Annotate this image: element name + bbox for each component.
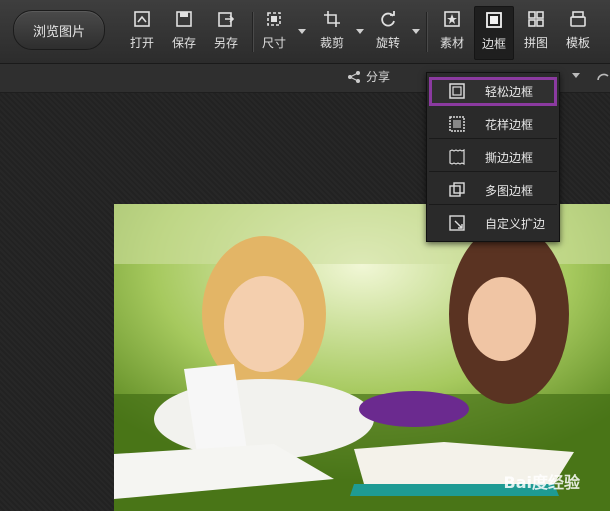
frame-dropdown-menu: 轻松边框 花样边框 撕边边框 多图边框 自定义扩边 <box>426 72 560 242</box>
photo-image <box>114 204 610 511</box>
redo-icon[interactable] <box>596 70 610 84</box>
material-label: 素材 <box>439 36 464 50</box>
open-button[interactable]: 打开 <box>124 6 160 58</box>
material-icon <box>444 11 460 27</box>
menu-item-label: 花样边框 <box>485 117 534 132</box>
menu-item-torn-edge-frame[interactable]: 撕边边框 <box>429 143 557 172</box>
crop-dropdown-arrow[interactable] <box>356 29 364 34</box>
custom-expand-icon <box>449 215 465 231</box>
collage-icon <box>528 11 544 27</box>
collage-label: 拼图 <box>523 36 548 50</box>
resize-label: 尺寸 <box>261 36 286 50</box>
template-icon <box>570 11 586 27</box>
torn-edge-frame-icon <box>449 149 465 165</box>
resize-button[interactable]: 尺寸 <box>256 6 292 58</box>
share-button[interactable]: 分享 <box>347 68 390 85</box>
open-icon <box>134 11 150 27</box>
material-button[interactable]: 素材 <box>434 6 470 58</box>
save-as-label: 另存 <box>213 36 238 50</box>
pattern-frame-icon <box>449 116 465 132</box>
share-label: 分享 <box>366 70 391 84</box>
edited-photo[interactable]: Bai度经验 <box>114 204 610 511</box>
resize-dropdown-arrow[interactable] <box>298 29 306 34</box>
save-as-button[interactable]: 另存 <box>208 6 244 58</box>
frame-icon <box>486 12 502 28</box>
share-icon <box>348 70 360 83</box>
menu-item-custom-expand[interactable]: 自定义扩边 <box>429 209 557 237</box>
save-button[interactable]: 保存 <box>166 6 202 58</box>
template-button[interactable]: 模板 <box>560 6 596 58</box>
more-dropdown-arrow[interactable] <box>572 73 580 78</box>
menu-item-label: 多图边框 <box>485 183 534 198</box>
template-label: 模板 <box>565 36 590 50</box>
simple-frame-icon <box>449 83 465 99</box>
menu-item-label: 轻松边框 <box>485 84 534 99</box>
browse-images-button[interactable]: 浏览图片 <box>13 10 105 50</box>
menu-item-label: 自定义扩边 <box>485 216 546 231</box>
rotate-button[interactable]: 旋转 <box>370 6 406 58</box>
crop-label: 裁剪 <box>319 36 344 50</box>
save-as-icon <box>218 12 235 27</box>
save-label: 保存 <box>171 36 196 50</box>
main-toolbar: 浏览图片 打开 保存 另存 尺寸 裁剪 旋转 素材 边框 拼图 模板 <box>0 0 610 64</box>
frame-button[interactable]: 边框 <box>474 6 514 60</box>
rotate-dropdown-arrow[interactable] <box>412 29 420 34</box>
resize-icon <box>267 12 281 26</box>
menu-item-pattern-frame[interactable]: 花样边框 <box>429 110 557 139</box>
menu-item-multi-image-frame[interactable]: 多图边框 <box>429 176 557 205</box>
frame-label: 边框 <box>481 37 506 51</box>
open-label: 打开 <box>129 36 154 50</box>
crop-button[interactable]: 裁剪 <box>312 6 352 58</box>
collage-button[interactable]: 拼图 <box>518 6 554 58</box>
toolbar-separator <box>252 12 253 52</box>
multi-image-frame-icon <box>449 182 465 197</box>
watermark-text: Bai度经验 <box>503 473 580 492</box>
rotate-icon <box>381 11 395 27</box>
crop-icon <box>324 11 340 27</box>
rotate-label: 旋转 <box>375 36 400 50</box>
menu-item-simple-frame[interactable]: 轻松边框 <box>429 77 557 106</box>
menu-item-label: 撕边边框 <box>485 150 534 165</box>
save-icon <box>176 11 192 27</box>
toolbar-separator <box>426 12 427 52</box>
